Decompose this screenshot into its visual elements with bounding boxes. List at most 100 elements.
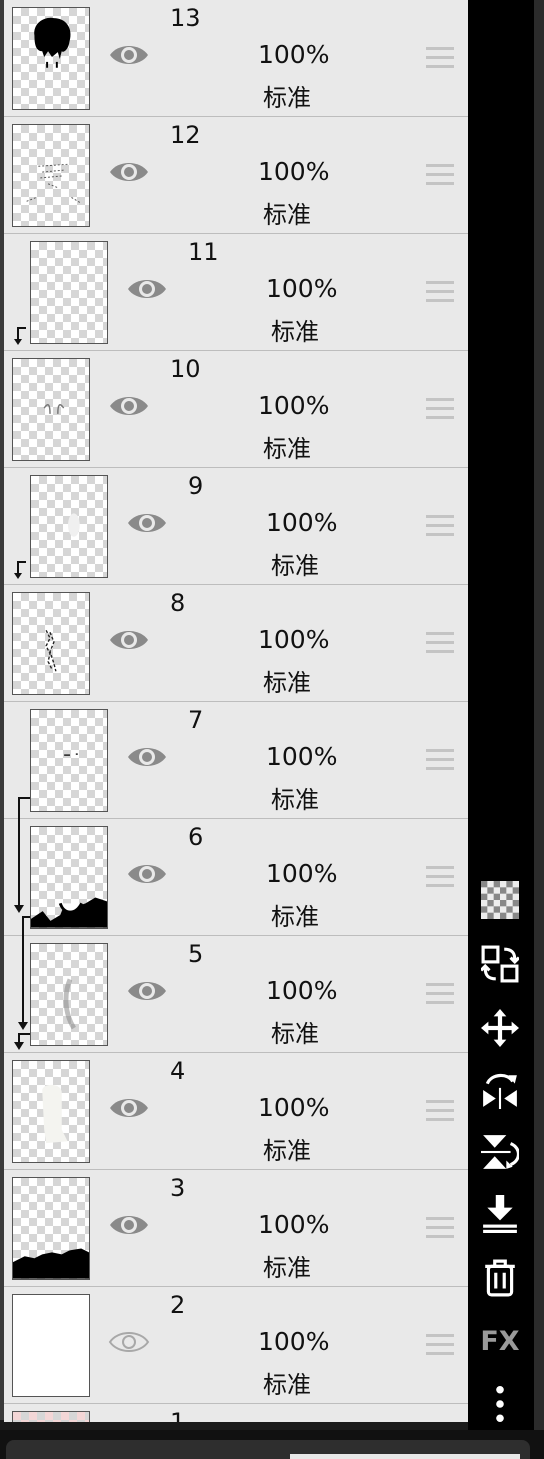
layer-thumbnail[interactable]	[30, 241, 108, 344]
layer-list[interactable]: 13 100% 标准 12 100% 标准 11 100% 标准 10 100%…	[4, 0, 468, 1422]
layer-row-5[interactable]: 5 100% 标准	[4, 936, 468, 1053]
clipping-arrow-icon	[14, 560, 26, 584]
layer-number: 9	[188, 472, 204, 500]
eye-icon[interactable]	[126, 859, 168, 889]
layer-blend-mode[interactable]: 标准	[263, 429, 311, 464]
bottom-slider[interactable]	[290, 1454, 520, 1459]
drag-handle-icon[interactable]	[426, 164, 454, 186]
fx-icon[interactable]: FX	[480, 1321, 520, 1361]
eye-hidden-icon[interactable]	[108, 1327, 150, 1357]
layer-blend-mode[interactable]: 标准	[271, 312, 319, 347]
flip-vertical-icon[interactable]	[480, 1132, 520, 1172]
layer-blend-mode[interactable]: 标准	[271, 546, 319, 581]
layer-number: 12	[170, 121, 201, 149]
layer-blend-mode[interactable]: 标准	[263, 1248, 311, 1283]
drag-handle-icon[interactable]	[426, 983, 454, 1005]
clipping-arrow-icon	[14, 326, 26, 350]
eye-icon[interactable]	[126, 508, 168, 538]
eye-icon[interactable]	[108, 157, 150, 187]
drag-handle-icon[interactable]	[426, 515, 454, 537]
layer-row-11[interactable]: 11 100% 标准	[4, 234, 468, 351]
layer-row-3[interactable]: 3 100% 标准	[4, 1170, 468, 1287]
layer-opacity[interactable]: 100%	[258, 625, 329, 654]
drag-handle-icon[interactable]	[426, 632, 454, 654]
drag-handle-icon[interactable]	[426, 1334, 454, 1356]
eye-icon[interactable]	[108, 391, 150, 421]
layer-thumbnail[interactable]	[12, 358, 90, 461]
layer-opacity[interactable]: 100%	[258, 391, 329, 420]
layer-thumbnail[interactable]	[12, 1411, 90, 1422]
layer-blend-mode[interactable]: 标准	[263, 78, 311, 113]
layer-thumbnail[interactable]	[30, 943, 108, 1046]
flip-horizontal-icon[interactable]	[480, 1070, 520, 1110]
layer-row-12[interactable]: 12 100% 标准	[4, 117, 468, 234]
eye-icon[interactable]	[126, 976, 168, 1006]
layer-blend-mode[interactable]: 标准	[271, 897, 319, 932]
eye-icon[interactable]	[108, 1093, 150, 1123]
drag-handle-icon[interactable]	[426, 281, 454, 303]
layer-opacity[interactable]: 100%	[266, 508, 337, 537]
eye-icon[interactable]	[126, 742, 168, 772]
merge-down-icon[interactable]	[480, 1194, 520, 1234]
layer-thumbnail[interactable]	[30, 475, 108, 578]
drag-handle-icon[interactable]	[426, 47, 454, 69]
layer-thumbnail[interactable]	[12, 592, 90, 695]
drag-handle-icon[interactable]	[426, 1217, 454, 1239]
layer-row-2[interactable]: 2 100% 标准	[4, 1287, 468, 1404]
delete-icon[interactable]	[480, 1258, 520, 1298]
layer-number: 4	[170, 1057, 186, 1085]
drag-handle-icon[interactable]	[426, 1100, 454, 1122]
layer-opacity[interactable]: 100%	[258, 1210, 329, 1239]
canvas-edge-right	[534, 0, 544, 1459]
layer-blend-mode[interactable]: 标准	[263, 1365, 311, 1400]
layer-blend-mode[interactable]: 标准	[263, 195, 311, 230]
layer-opacity[interactable]: 100%	[258, 157, 329, 186]
eye-icon[interactable]	[108, 40, 150, 70]
layer-row-6[interactable]: 6 100% 标准	[4, 819, 468, 936]
thumbnail-art-mark-icon	[64, 753, 78, 756]
layer-thumbnail[interactable]	[12, 7, 90, 110]
eye-icon[interactable]	[108, 1210, 150, 1240]
thumbnail-art-skin-icon	[42, 1084, 68, 1144]
layer-row-4[interactable]: 4 100% 标准	[4, 1053, 468, 1170]
layer-number: 3	[170, 1174, 186, 1202]
thumbnail-art-shade-icon	[68, 513, 80, 537]
layer-row-13[interactable]: 13 100% 标准	[4, 0, 468, 117]
layer-blend-mode[interactable]: 标准	[271, 1014, 319, 1049]
clipping-arrow-icon	[14, 1042, 24, 1050]
layer-thumbnail[interactable]	[12, 1060, 90, 1163]
transparency-checker-icon[interactable]	[480, 880, 520, 920]
eye-icon[interactable]	[126, 274, 168, 304]
swap-layers-icon[interactable]	[480, 944, 520, 984]
layer-row-9[interactable]: 9 100% 标准	[4, 468, 468, 585]
clipping-arrow-icon	[14, 905, 24, 913]
layer-row-10[interactable]: 10 100% 标准	[4, 351, 468, 468]
layer-number: 13	[170, 4, 201, 32]
drag-handle-icon[interactable]	[426, 749, 454, 771]
layer-thumbnail[interactable]	[12, 1294, 90, 1397]
layer-opacity[interactable]: 100%	[266, 976, 337, 1005]
layer-row-7[interactable]: 7 100% 标准	[4, 702, 468, 819]
layer-opacity[interactable]: 100%	[258, 1093, 329, 1122]
layer-number: 1	[170, 1408, 186, 1422]
layer-thumbnail[interactable]	[12, 124, 90, 227]
eye-icon[interactable]	[108, 625, 150, 655]
drag-handle-icon[interactable]	[426, 866, 454, 888]
layer-opacity[interactable]: 100%	[266, 742, 337, 771]
layer-thumbnail[interactable]	[30, 826, 108, 929]
layer-blend-mode[interactable]: 标准	[263, 663, 311, 698]
drag-handle-icon[interactable]	[426, 398, 454, 420]
layer-row-1[interactable]: 1	[4, 1404, 468, 1422]
more-icon[interactable]	[480, 1384, 520, 1424]
layer-number: 11	[188, 238, 219, 266]
layer-blend-mode[interactable]: 标准	[263, 1131, 311, 1166]
layer-thumbnail[interactable]	[30, 709, 108, 812]
layer-blend-mode[interactable]: 标准	[271, 780, 319, 815]
layer-opacity[interactable]: 100%	[258, 40, 329, 69]
layer-opacity[interactable]: 100%	[266, 274, 337, 303]
layer-opacity[interactable]: 100%	[258, 1327, 329, 1356]
layer-opacity[interactable]: 100%	[266, 859, 337, 888]
layer-row-8[interactable]: 8 100% 标准	[4, 585, 468, 702]
move-icon[interactable]	[480, 1008, 520, 1048]
layer-thumbnail[interactable]	[12, 1177, 90, 1280]
